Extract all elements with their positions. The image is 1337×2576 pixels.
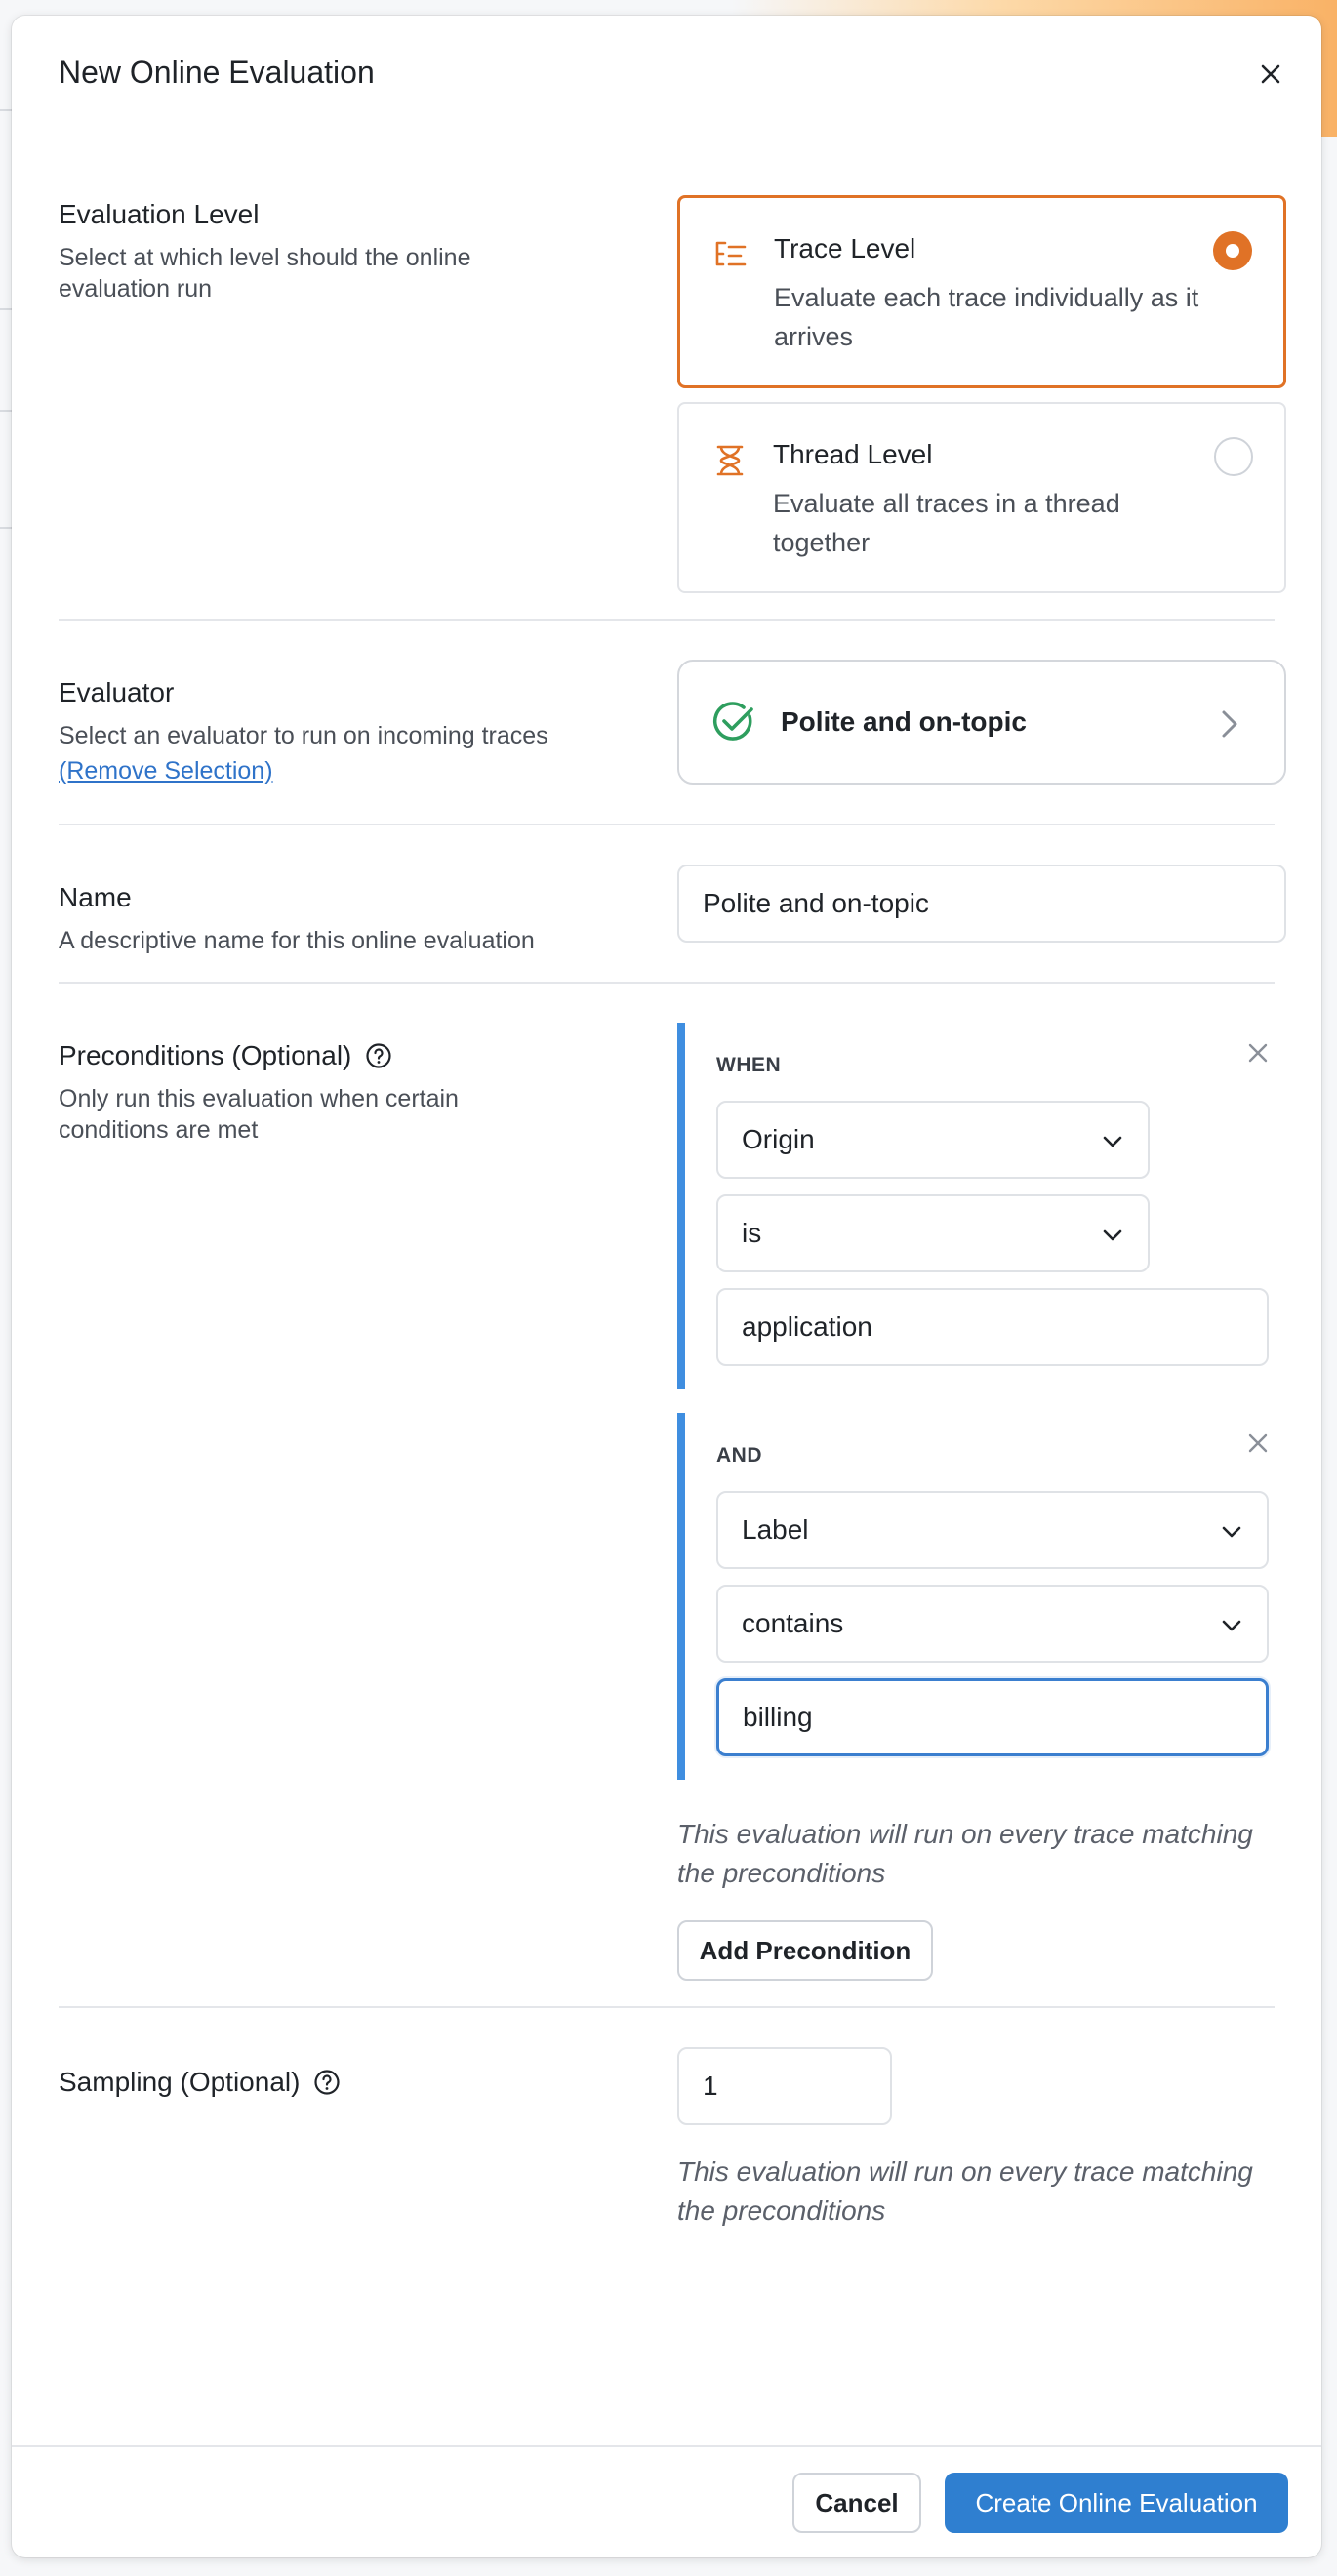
chevron-right-icon [1222,710,1237,738]
section-divider [59,824,1275,825]
thread-level-radio[interactable] [1214,437,1253,476]
condition-connector: WHEN [716,1054,782,1076]
condition-field-select[interactable]: Label [716,1491,1269,1569]
trace-level-radio[interactable] [1213,231,1252,270]
close-button[interactable] [1255,59,1286,90]
condition-operator-select[interactable]: contains [716,1585,1269,1663]
sampling-note: This evaluation will run on every trace … [677,2156,1253,2226]
condition-connector: AND [716,1444,762,1467]
cancel-button[interactable]: Cancel [792,2473,921,2533]
new-online-evaluation-dialog: New Online Evaluation Evaluation Level S… [12,16,1321,2557]
section-divider [59,982,1275,984]
thread-level-option[interactable]: Thread Level Evaluate all traces in a th… [677,402,1286,593]
evaluator-description: Select an evaluator to run on incoming t… [59,722,548,749]
precondition-block: WHEN Origin is application [677,1023,1286,1389]
trace-level-option[interactable]: Trace Level Evaluate each trace individu… [677,195,1286,388]
preconditions-title: Preconditions (Optional) [59,1040,352,1070]
preconditions-description: Only run this evaluation when certain co… [59,1085,459,1144]
remove-selection-link[interactable]: (Remove Selection) [59,755,605,786]
sampling-input[interactable]: 1 [677,2047,892,2125]
condition-operator-select[interactable]: is [716,1194,1150,1272]
help-circle-icon[interactable] [365,1042,392,1069]
remove-condition-icon[interactable] [1243,1038,1273,1067]
footer-divider [12,2445,1321,2447]
evaluation-level-description: Select at which level should the online … [59,244,471,302]
condition-operator-value: contains [742,1608,844,1638]
chevron-down-icon [1103,1229,1122,1241]
help-circle-icon[interactable] [313,2069,341,2096]
evaluator-title: Evaluator [59,677,175,707]
trace-level-title: Trace Level [774,233,916,263]
condition-value-input[interactable]: application [716,1288,1269,1366]
remove-condition-icon[interactable] [1243,1429,1273,1458]
create-online-evaluation-button[interactable]: Create Online Evaluation [945,2473,1288,2533]
check-circle-icon [712,702,753,741]
hourglass-thread-icon [716,445,744,476]
name-input[interactable]: Polite and on-topic [677,865,1286,943]
chevron-down-icon [1103,1136,1122,1147]
condition-field-select[interactable]: Origin [716,1101,1150,1179]
name-title: Name [59,882,132,912]
close-icon [1261,64,1280,84]
thread-level-description: Evaluate all traces in a thread together [773,489,1120,557]
dialog-title: New Online Evaluation [59,55,375,90]
condition-value-input[interactable]: billing [716,1678,1269,1756]
preconditions-note: This evaluation will run on every trace … [677,1819,1253,1888]
name-description: A descriptive name for this online evalu… [59,927,535,954]
add-precondition-button[interactable]: Add Precondition [677,1920,933,1981]
evaluator-selector[interactable]: Polite and on-topic [677,660,1286,785]
section-divider [59,619,1275,621]
chevron-down-icon [1222,1620,1241,1631]
chevron-down-icon [1222,1526,1241,1538]
precondition-block: AND Label contains billing [677,1413,1286,1780]
evaluation-level-title: Evaluation Level [59,199,260,229]
sampling-title: Sampling (Optional) [59,2067,301,2097]
thread-level-title: Thread Level [773,439,933,469]
condition-field-value: Origin [742,1124,815,1154]
list-tree-icon [715,241,747,266]
trace-level-description: Evaluate each trace individually as it a… [774,283,1199,351]
evaluator-name: Polite and on-topic [781,706,1027,737]
condition-field-value: Label [742,1514,809,1545]
condition-operator-value: is [742,1218,762,1248]
section-divider [59,2006,1275,2008]
